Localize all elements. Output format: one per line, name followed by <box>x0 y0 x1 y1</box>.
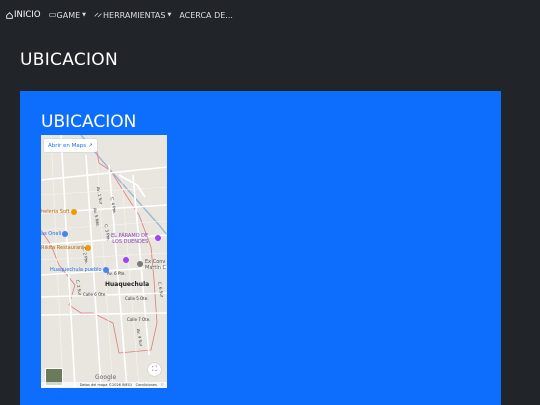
home-icon <box>6 11 13 19</box>
poi-ex-convento[interactable]: Ex Conv Martín C <box>145 259 166 271</box>
nav-game-label: GAME <box>56 10 81 20</box>
page-title: UBICACION <box>20 50 119 70</box>
nav-acerca-label: ACERCA DE... <box>179 10 233 20</box>
map-embed[interactable]: Abrir en Maps ↗ heleria Soft as Oneli EL… <box>41 135 167 388</box>
map-attribution: Datos del mapa ©2026 INEGI Condiciones ⚐ <box>41 382 167 388</box>
poi-marker-icon <box>70 209 77 215</box>
street-label: Calle 7 Ote. <box>127 317 151 322</box>
open-in-maps-link[interactable]: Abrir en Maps ↗ <box>44 139 97 152</box>
gamepad-icon <box>48 12 56 18</box>
street-label: Av. 6 Pte. <box>107 271 126 276</box>
poi-marker-icon <box>62 231 69 237</box>
nav-inicio-label: INICIO <box>14 10 41 20</box>
poi-marker-icon <box>155 235 161 241</box>
terms-link[interactable]: Condiciones <box>136 383 157 387</box>
report-icon[interactable]: ⚐ <box>161 383 164 387</box>
chevron-down-icon: ▼ <box>82 12 87 18</box>
tools-icon <box>94 12 102 18</box>
navbar: INICIO GAME ▼ HERRAMIENTAS ▼ ACERCA DE..… <box>0 0 540 30</box>
street-label: Calle 6 Ote. <box>83 292 107 297</box>
poi-heleria-soft[interactable]: heleria Soft <box>41 209 78 215</box>
fullscreen-button[interactable]: ⛶ <box>148 363 161 376</box>
fullscreen-icon: ⛶ <box>152 365 157 373</box>
poi-as-oneli[interactable]: as Oneli <box>41 231 69 237</box>
poi-marker-icon <box>123 257 129 263</box>
nav-game[interactable]: GAME ▼ <box>48 10 87 20</box>
nav-inicio[interactable]: INICIO <box>6 10 41 20</box>
location-card: UBICACION Abrir en Maps ↗ heleria Soft a… <box>20 91 501 405</box>
card-title: UBICACION <box>41 112 137 132</box>
external-link-icon: ↗ <box>88 142 93 149</box>
chevron-down-icon: ▼ <box>167 12 172 18</box>
nav-herramientas-label: HERRAMIENTAS <box>103 10 166 20</box>
street-label: Calle 5 Ote. <box>125 296 149 301</box>
nav-acerca[interactable]: ACERCA DE... <box>179 11 233 20</box>
poi-marker-icon <box>137 261 143 267</box>
map-data-credit: Datos del mapa ©2026 INEGI <box>79 383 132 387</box>
google-logo: Google <box>95 374 117 381</box>
town-label: Huaquechula <box>105 281 150 288</box>
nav-herramientas[interactable]: HERRAMIENTAS ▼ <box>94 11 171 20</box>
poi-paramo-duendes[interactable]: EL PÁRAMO DE LOS DUENDES <box>111 233 148 245</box>
poi-huaquechula-pueblo[interactable]: Huaquechula pueblo <box>50 267 110 273</box>
